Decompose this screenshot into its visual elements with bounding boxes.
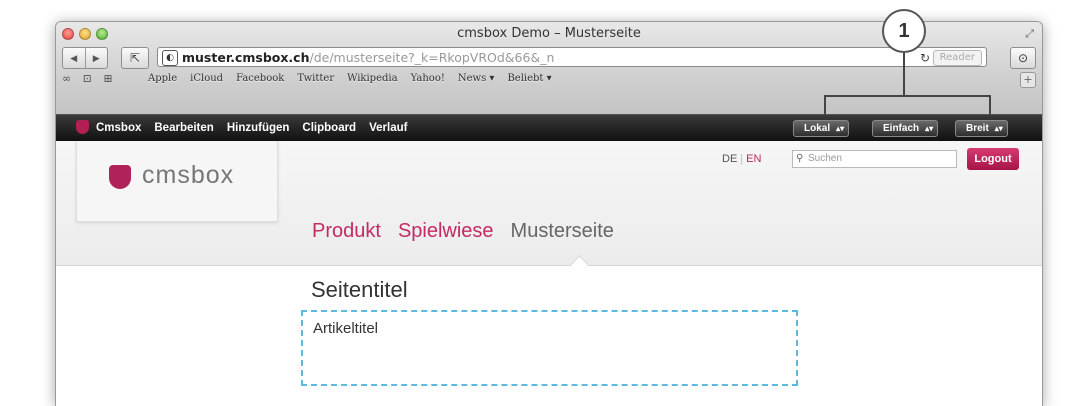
logout-button[interactable]: Logout xyxy=(967,148,1019,170)
updown-icon: ▴▾ xyxy=(836,124,845,133)
share-icon[interactable]: ⇱ xyxy=(121,47,149,69)
reload-icon[interactable]: ↻ xyxy=(920,48,930,68)
language-switcher: DE | EN xyxy=(722,153,762,165)
fullscreen-icon[interactable]: ⤢ xyxy=(1025,28,1034,41)
bookmark-item[interactable]: Facebook xyxy=(236,73,284,84)
bookmark-tools-icons[interactable]: ∞ ⊡ ⊞ xyxy=(62,72,117,85)
search-input[interactable]: ⚲ Suchen xyxy=(792,150,957,168)
updown-icon: ▴▾ xyxy=(994,124,1003,133)
callout-number: 1 xyxy=(882,9,926,53)
browser-window: cmsbox Demo – Musterseite ⤢ ◀ ▶ ⇱ ◐ must… xyxy=(55,21,1043,406)
url-host: muster.cmsbox.ch xyxy=(182,50,310,65)
back-forward-buttons: ◀ ▶ xyxy=(62,47,108,69)
back-icon[interactable]: ◀ xyxy=(63,48,86,68)
cmsbox-shield-icon xyxy=(76,120,89,134)
callout-leg-right xyxy=(989,95,991,115)
downloads-icon[interactable]: ⊙ xyxy=(1010,47,1036,69)
select-value: Einfach xyxy=(883,123,920,134)
lang-de[interactable]: DE xyxy=(722,153,737,165)
page-title[interactable]: Seitentitel xyxy=(311,277,408,303)
add-bookmark-icon[interactable]: + xyxy=(1020,72,1036,88)
nav-tab-produkt[interactable]: Produkt xyxy=(312,220,381,243)
bookmark-item[interactable]: Apple xyxy=(148,73,177,84)
select-value: Lokal xyxy=(804,123,831,134)
url-path: /de/musterseite?_k=RkopVROd&66&_n xyxy=(309,50,555,65)
callout-leg-left xyxy=(824,95,826,115)
cms-menu-bearbeiten[interactable]: Bearbeiten xyxy=(154,115,213,141)
site-icon: ◐ xyxy=(162,50,178,66)
logo-text: cmsbox xyxy=(142,161,235,189)
callout-stem xyxy=(903,53,905,95)
navigation-row: ◀ ▶ ⇱ ◐ muster.cmsbox.ch/de/musterseite?… xyxy=(62,47,1036,69)
bookmark-item[interactable]: Beliebt ▾ xyxy=(507,73,551,84)
article-title[interactable]: Artikeltitel xyxy=(313,320,378,337)
article-block[interactable]: Artikeltitel xyxy=(301,310,798,386)
main-navigation: Produkt Spielwiese Musterseite xyxy=(312,220,614,243)
bookmarks-bar: ∞ ⊡ ⊞ Apple iCloud Facebook Twitter Wiki… xyxy=(62,72,1036,90)
cms-menu-verlauf[interactable]: Verlauf xyxy=(369,115,407,141)
search-placeholder: Suchen xyxy=(808,153,842,164)
reader-button[interactable]: Reader xyxy=(932,50,982,66)
cms-toolbar: Cmsbox Bearbeiten Hinzufügen Clipboard V… xyxy=(56,114,1042,141)
bookmark-item[interactable]: iCloud xyxy=(190,73,223,84)
callout-bracket xyxy=(824,95,991,97)
bookmark-item[interactable]: News ▾ xyxy=(458,73,495,84)
bookmark-item[interactable]: Yahoo! xyxy=(411,73,445,84)
cms-menu: Cmsbox Bearbeiten Hinzufügen Clipboard V… xyxy=(96,115,407,141)
nav-tab-spielwiese[interactable]: Spielwiese xyxy=(398,220,494,243)
view-select-einfach[interactable]: Einfach ▴▾ xyxy=(872,120,939,137)
cms-menu-clipboard[interactable]: Clipboard xyxy=(302,115,356,141)
lang-en[interactable]: EN xyxy=(746,153,761,165)
view-select-lokal[interactable]: Lokal ▴▾ xyxy=(793,120,850,137)
bookmark-list: Apple iCloud Facebook Twitter Wikipedia … xyxy=(148,73,552,84)
view-select-breit[interactable]: Breit ▴▾ xyxy=(955,120,1008,137)
site-logo[interactable]: cmsbox xyxy=(76,141,278,222)
page-content: cmsbox DE | EN ⚲ Suchen Logout Produkt Spi… xyxy=(56,141,1042,406)
cms-menu-hinzufuegen[interactable]: Hinzufügen xyxy=(227,115,290,141)
forward-icon[interactable]: ▶ xyxy=(86,48,108,68)
address-bar[interactable]: ◐ muster.cmsbox.ch/de/musterseite?_k=Rko… xyxy=(157,47,987,67)
cmsbox-logo-icon xyxy=(109,165,131,189)
updown-icon: ▴▾ xyxy=(925,124,934,133)
select-value: Breit xyxy=(966,123,989,134)
cms-brand[interactable]: Cmsbox xyxy=(96,115,141,141)
bookmark-item[interactable]: Twitter xyxy=(297,73,334,84)
nav-tab-musterseite[interactable]: Musterseite xyxy=(511,220,614,243)
bookmark-item[interactable]: Wikipedia xyxy=(347,73,397,84)
search-icon: ⚲ xyxy=(796,153,804,164)
